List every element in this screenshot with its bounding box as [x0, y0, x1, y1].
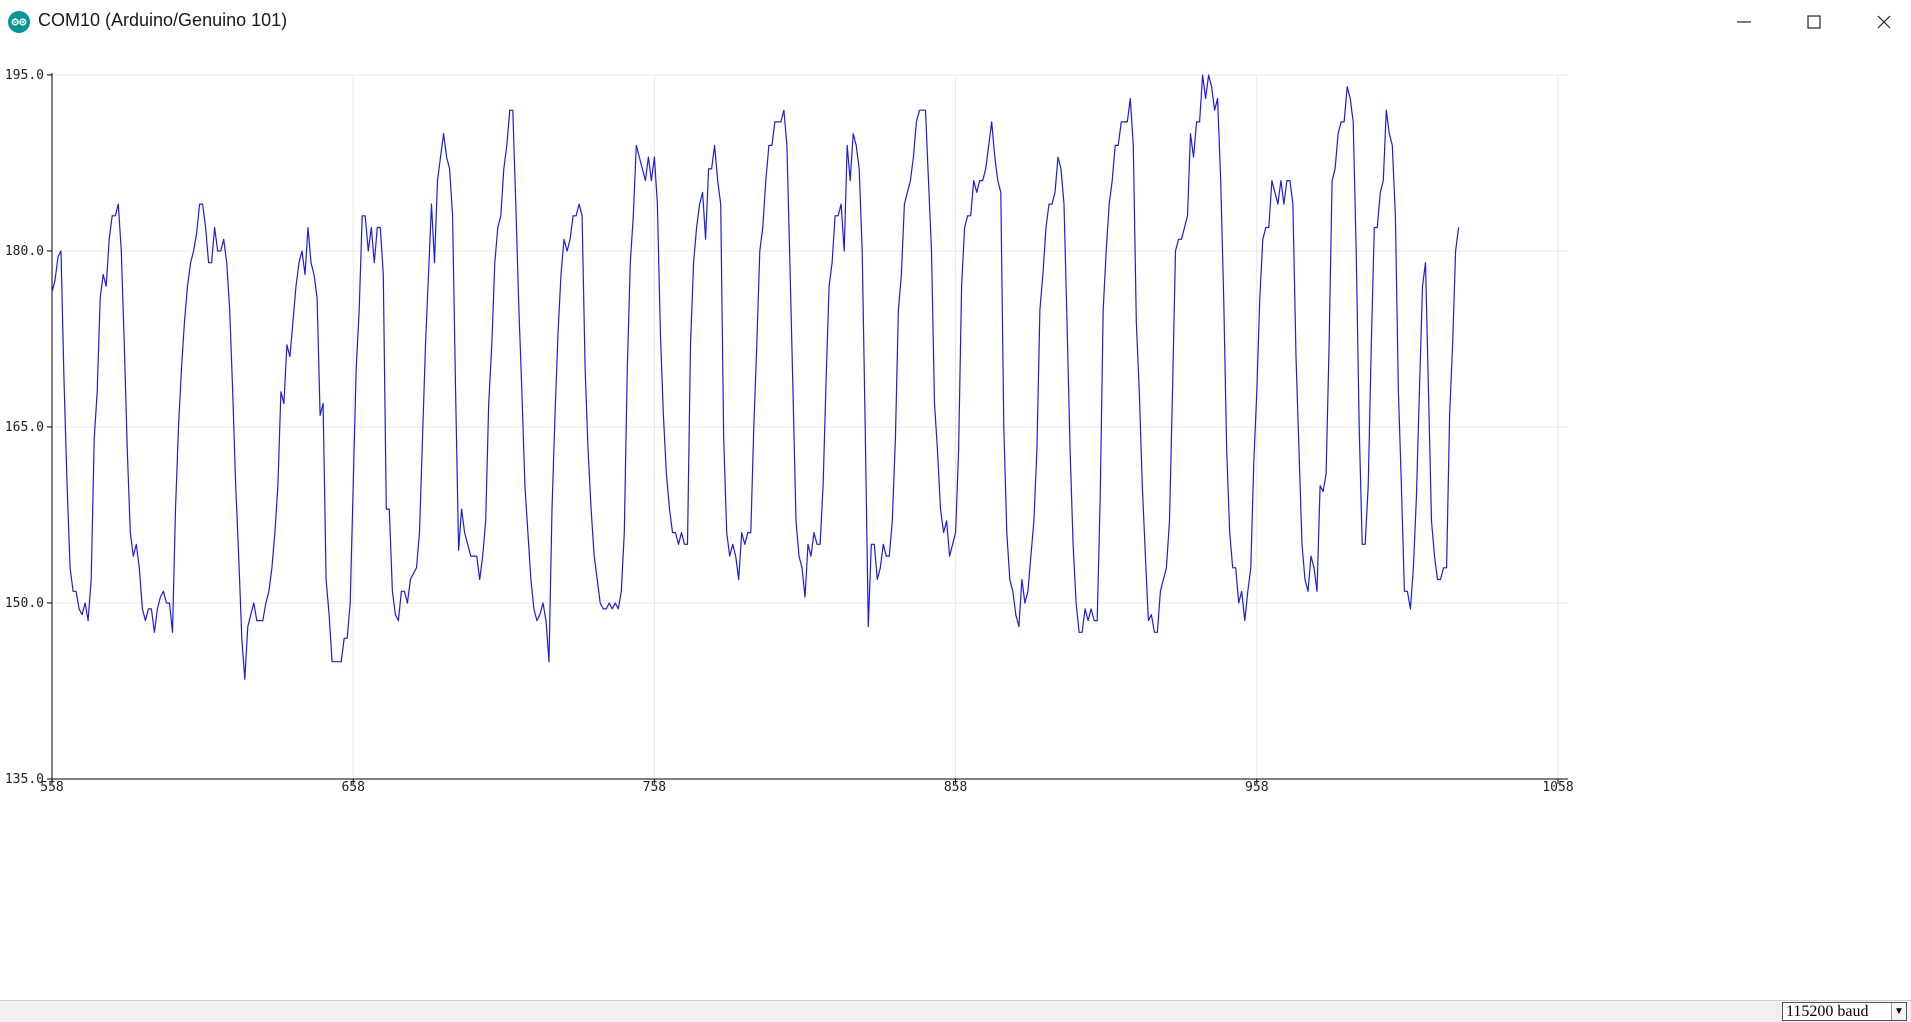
y-tick-label: 180.0 [5, 244, 44, 259]
y-tick-label: 195.0 [5, 68, 44, 83]
y-tick-label: 135.0 [5, 772, 44, 787]
y-tick-label: 165.0 [5, 420, 44, 435]
window-titlebar: COM10 (Arduino/Genuino 101) [0, 0, 1911, 44]
window-title: COM10 (Arduino/Genuino 101) [38, 10, 288, 30]
y-tick-label: 150.0 [5, 596, 44, 611]
maximize-button[interactable] [1779, 0, 1849, 44]
x-tick-label: 858 [944, 780, 967, 795]
series-line [51, 74, 1460, 680]
baud-rate-select[interactable]: 115200 baud ▼ [1782, 1002, 1907, 1021]
minimize-icon [1737, 21, 1751, 23]
close-icon [1877, 15, 1891, 29]
tick-labels: 135.0 150.0 165.0 180.0 195.0 558 658 758 858 958… [5, 68, 1574, 795]
maximize-icon [1807, 15, 1821, 29]
minimize-button[interactable] [1709, 0, 1779, 44]
arduino-logo-icon [8, 11, 30, 33]
chevron-down-icon: ▼ [1891, 1003, 1906, 1020]
x-tick-label: 958 [1245, 780, 1268, 795]
data-series [51, 74, 1460, 680]
serial-plotter-chart: 135.0 150.0 165.0 180.0 195.0 558 658 758 858 958… [5, 68, 1574, 795]
baud-rate-value: 115200 baud [1786, 1003, 1869, 1020]
status-bar [0, 1000, 1911, 1022]
x-tick-label: 758 [643, 780, 666, 795]
axes [47, 73, 1568, 784]
close-button[interactable] [1849, 0, 1911, 44]
x-tick-label: 558 [40, 780, 63, 795]
x-tick-label: 658 [341, 780, 364, 795]
x-tick-label: 1058 [1542, 780, 1573, 795]
